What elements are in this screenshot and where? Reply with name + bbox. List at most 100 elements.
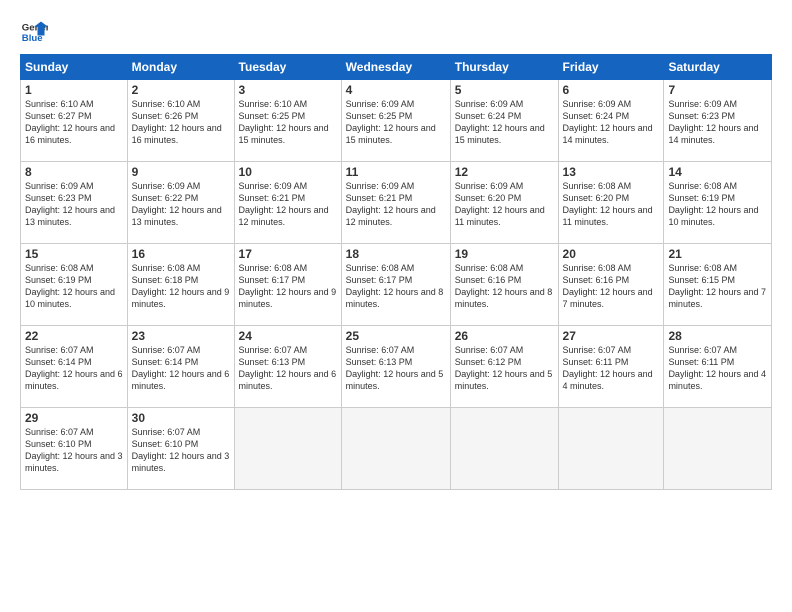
day-number: 19 — [455, 247, 554, 261]
day-info: Sunrise: 6:08 AMSunset: 6:15 PMDaylight:… — [668, 262, 767, 311]
calendar-cell: 5Sunrise: 6:09 AMSunset: 6:24 PMDaylight… — [450, 80, 558, 162]
day-number: 28 — [668, 329, 767, 343]
day-number: 15 — [25, 247, 123, 261]
calendar-cell: 26Sunrise: 6:07 AMSunset: 6:12 PMDayligh… — [450, 326, 558, 408]
day-number: 4 — [346, 83, 446, 97]
header-thursday: Thursday — [450, 55, 558, 80]
calendar-cell: 1Sunrise: 6:10 AMSunset: 6:27 PMDaylight… — [21, 80, 128, 162]
day-number: 2 — [132, 83, 230, 97]
calendar-week-row: 22Sunrise: 6:07 AMSunset: 6:14 PMDayligh… — [21, 326, 772, 408]
logo: General Blue — [20, 18, 48, 46]
day-info: Sunrise: 6:09 AMSunset: 6:22 PMDaylight:… — [132, 180, 230, 229]
day-number: 17 — [239, 247, 337, 261]
day-info: Sunrise: 6:09 AMSunset: 6:25 PMDaylight:… — [346, 98, 446, 147]
calendar-cell: 21Sunrise: 6:08 AMSunset: 6:15 PMDayligh… — [664, 244, 772, 326]
day-info: Sunrise: 6:07 AMSunset: 6:14 PMDaylight:… — [132, 344, 230, 393]
day-info: Sunrise: 6:08 AMSunset: 6:19 PMDaylight:… — [668, 180, 767, 229]
calendar-week-row: 15Sunrise: 6:08 AMSunset: 6:19 PMDayligh… — [21, 244, 772, 326]
calendar-cell: 20Sunrise: 6:08 AMSunset: 6:16 PMDayligh… — [558, 244, 664, 326]
day-number: 26 — [455, 329, 554, 343]
day-info: Sunrise: 6:08 AMSunset: 6:17 PMDaylight:… — [239, 262, 337, 311]
day-info: Sunrise: 6:09 AMSunset: 6:20 PMDaylight:… — [455, 180, 554, 229]
day-info: Sunrise: 6:10 AMSunset: 6:27 PMDaylight:… — [25, 98, 123, 147]
day-number: 29 — [25, 411, 123, 425]
calendar-cell — [558, 408, 664, 490]
day-info: Sunrise: 6:07 AMSunset: 6:12 PMDaylight:… — [455, 344, 554, 393]
day-info: Sunrise: 6:07 AMSunset: 6:10 PMDaylight:… — [25, 426, 123, 475]
day-number: 8 — [25, 165, 123, 179]
calendar-cell — [234, 408, 341, 490]
calendar-cell: 23Sunrise: 6:07 AMSunset: 6:14 PMDayligh… — [127, 326, 234, 408]
calendar-cell: 6Sunrise: 6:09 AMSunset: 6:24 PMDaylight… — [558, 80, 664, 162]
day-info: Sunrise: 6:08 AMSunset: 6:18 PMDaylight:… — [132, 262, 230, 311]
calendar-cell: 2Sunrise: 6:10 AMSunset: 6:26 PMDaylight… — [127, 80, 234, 162]
calendar-cell — [341, 408, 450, 490]
day-number: 6 — [563, 83, 660, 97]
day-number: 9 — [132, 165, 230, 179]
day-number: 25 — [346, 329, 446, 343]
calendar-cell: 12Sunrise: 6:09 AMSunset: 6:20 PMDayligh… — [450, 162, 558, 244]
day-info: Sunrise: 6:10 AMSunset: 6:26 PMDaylight:… — [132, 98, 230, 147]
day-info: Sunrise: 6:07 AMSunset: 6:10 PMDaylight:… — [132, 426, 230, 475]
calendar-cell: 11Sunrise: 6:09 AMSunset: 6:21 PMDayligh… — [341, 162, 450, 244]
calendar-cell: 14Sunrise: 6:08 AMSunset: 6:19 PMDayligh… — [664, 162, 772, 244]
header-tuesday: Tuesday — [234, 55, 341, 80]
day-info: Sunrise: 6:08 AMSunset: 6:17 PMDaylight:… — [346, 262, 446, 311]
day-number: 3 — [239, 83, 337, 97]
calendar-cell: 22Sunrise: 6:07 AMSunset: 6:14 PMDayligh… — [21, 326, 128, 408]
calendar-cell: 13Sunrise: 6:08 AMSunset: 6:20 PMDayligh… — [558, 162, 664, 244]
header-monday: Monday — [127, 55, 234, 80]
calendar-cell: 17Sunrise: 6:08 AMSunset: 6:17 PMDayligh… — [234, 244, 341, 326]
calendar-cell: 25Sunrise: 6:07 AMSunset: 6:13 PMDayligh… — [341, 326, 450, 408]
calendar-cell: 30Sunrise: 6:07 AMSunset: 6:10 PMDayligh… — [127, 408, 234, 490]
day-number: 18 — [346, 247, 446, 261]
calendar-cell: 4Sunrise: 6:09 AMSunset: 6:25 PMDaylight… — [341, 80, 450, 162]
day-info: Sunrise: 6:07 AMSunset: 6:13 PMDaylight:… — [346, 344, 446, 393]
calendar-cell: 29Sunrise: 6:07 AMSunset: 6:10 PMDayligh… — [21, 408, 128, 490]
calendar-cell: 28Sunrise: 6:07 AMSunset: 6:11 PMDayligh… — [664, 326, 772, 408]
calendar: SundayMondayTuesdayWednesdayThursdayFrid… — [20, 54, 772, 490]
day-number: 16 — [132, 247, 230, 261]
calendar-cell: 10Sunrise: 6:09 AMSunset: 6:21 PMDayligh… — [234, 162, 341, 244]
day-number: 21 — [668, 247, 767, 261]
day-number: 22 — [25, 329, 123, 343]
day-info: Sunrise: 6:08 AMSunset: 6:19 PMDaylight:… — [25, 262, 123, 311]
day-info: Sunrise: 6:10 AMSunset: 6:25 PMDaylight:… — [239, 98, 337, 147]
day-number: 10 — [239, 165, 337, 179]
day-info: Sunrise: 6:07 AMSunset: 6:11 PMDaylight:… — [563, 344, 660, 393]
day-number: 27 — [563, 329, 660, 343]
calendar-cell: 9Sunrise: 6:09 AMSunset: 6:22 PMDaylight… — [127, 162, 234, 244]
day-number: 24 — [239, 329, 337, 343]
calendar-cell: 27Sunrise: 6:07 AMSunset: 6:11 PMDayligh… — [558, 326, 664, 408]
day-number: 12 — [455, 165, 554, 179]
day-info: Sunrise: 6:07 AMSunset: 6:11 PMDaylight:… — [668, 344, 767, 393]
day-number: 30 — [132, 411, 230, 425]
calendar-cell: 7Sunrise: 6:09 AMSunset: 6:23 PMDaylight… — [664, 80, 772, 162]
calendar-cell — [664, 408, 772, 490]
day-info: Sunrise: 6:07 AMSunset: 6:14 PMDaylight:… — [25, 344, 123, 393]
day-number: 14 — [668, 165, 767, 179]
day-info: Sunrise: 6:08 AMSunset: 6:20 PMDaylight:… — [563, 180, 660, 229]
calendar-cell: 16Sunrise: 6:08 AMSunset: 6:18 PMDayligh… — [127, 244, 234, 326]
day-info: Sunrise: 6:09 AMSunset: 6:24 PMDaylight:… — [455, 98, 554, 147]
calendar-cell: 15Sunrise: 6:08 AMSunset: 6:19 PMDayligh… — [21, 244, 128, 326]
header-wednesday: Wednesday — [341, 55, 450, 80]
calendar-week-row: 8Sunrise: 6:09 AMSunset: 6:23 PMDaylight… — [21, 162, 772, 244]
header-sunday: Sunday — [21, 55, 128, 80]
calendar-cell: 18Sunrise: 6:08 AMSunset: 6:17 PMDayligh… — [341, 244, 450, 326]
day-number: 1 — [25, 83, 123, 97]
day-number: 5 — [455, 83, 554, 97]
day-number: 13 — [563, 165, 660, 179]
day-info: Sunrise: 6:08 AMSunset: 6:16 PMDaylight:… — [455, 262, 554, 311]
calendar-week-row: 1Sunrise: 6:10 AMSunset: 6:27 PMDaylight… — [21, 80, 772, 162]
day-number: 11 — [346, 165, 446, 179]
calendar-cell — [450, 408, 558, 490]
day-info: Sunrise: 6:09 AMSunset: 6:23 PMDaylight:… — [25, 180, 123, 229]
header-friday: Friday — [558, 55, 664, 80]
calendar-week-row: 29Sunrise: 6:07 AMSunset: 6:10 PMDayligh… — [21, 408, 772, 490]
logo-icon: General Blue — [20, 18, 48, 46]
calendar-cell: 19Sunrise: 6:08 AMSunset: 6:16 PMDayligh… — [450, 244, 558, 326]
calendar-cell: 3Sunrise: 6:10 AMSunset: 6:25 PMDaylight… — [234, 80, 341, 162]
day-number: 20 — [563, 247, 660, 261]
day-info: Sunrise: 6:09 AMSunset: 6:23 PMDaylight:… — [668, 98, 767, 147]
